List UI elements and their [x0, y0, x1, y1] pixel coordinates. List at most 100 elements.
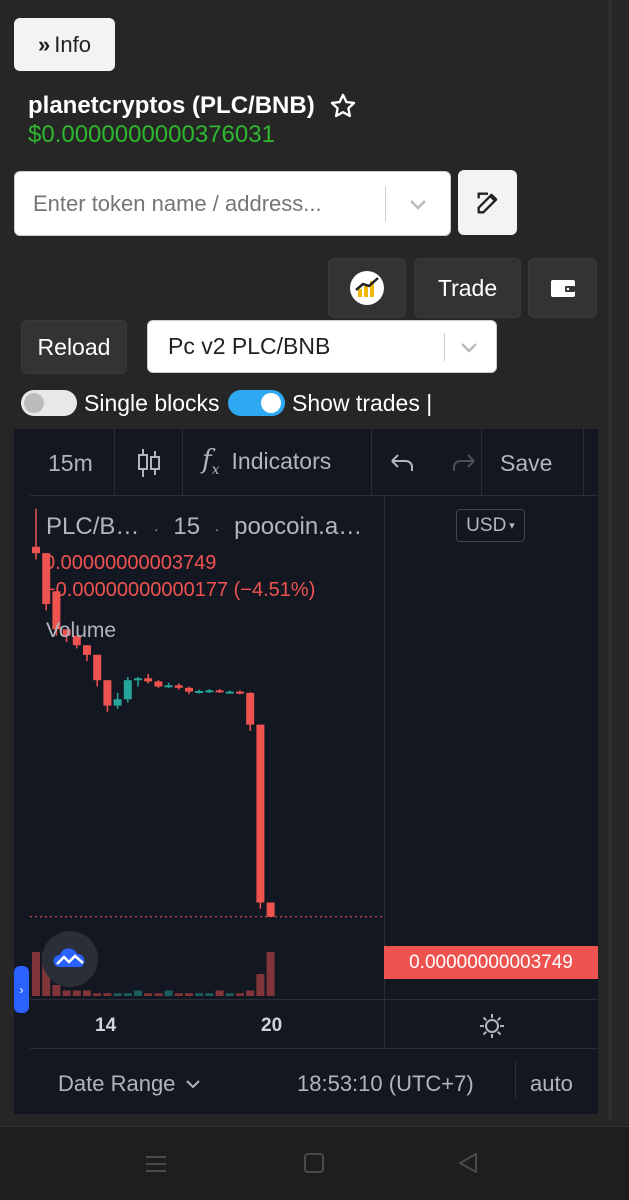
- legend-interval: 15: [173, 513, 201, 540]
- candle-body: [185, 687, 193, 692]
- volume-bar: [62, 990, 71, 996]
- show-trades-label: Show trades |: [292, 390, 433, 416]
- back-icon[interactable]: [457, 1152, 479, 1179]
- legend-source: poocoin.a…: [234, 513, 363, 540]
- volume-bar: [205, 993, 214, 996]
- single-blocks-toggle[interactable]: [21, 390, 77, 416]
- volume-bar: [83, 990, 91, 996]
- redo-icon[interactable]: [450, 451, 478, 480]
- legend-value: 0.00000000003749: [44, 552, 217, 574]
- currency-select[interactable]: USD ▾: [456, 509, 525, 542]
- volume-bar: [164, 990, 173, 996]
- save-button[interactable]: Save: [500, 450, 552, 477]
- chart-clock: 18:53:10 (UTC+7): [297, 1071, 474, 1096]
- chevron-down-icon: [185, 1079, 201, 1089]
- candle-body: [164, 685, 173, 688]
- fx-icon: fx: [202, 445, 220, 479]
- undo-icon[interactable]: [388, 451, 416, 480]
- chart-widget: 15m fx Indicators Save PLC/B… · 15 · poo…: [14, 429, 598, 1114]
- side-panel-toggle[interactable]: ›: [14, 966, 29, 1013]
- reload-button[interactable]: Reload: [21, 320, 127, 374]
- volume-bar: [225, 993, 234, 996]
- star-icon[interactable]: [329, 92, 357, 120]
- toggle-knob: [24, 393, 44, 413]
- trade-button[interactable]: Trade: [414, 258, 521, 318]
- volume-bar: [174, 993, 183, 996]
- volume-label: Volume: [46, 619, 117, 642]
- pair-select[interactable]: Pc v2 PLC/BNB: [147, 320, 497, 373]
- legend-symbol: PLC/B…: [46, 513, 140, 540]
- info-button-label: Info: [54, 31, 91, 57]
- edit-button[interactable]: [458, 170, 517, 235]
- time-label: 14: [95, 1015, 117, 1036]
- candle-body: [236, 691, 244, 694]
- volume-bar: [72, 990, 81, 996]
- show-trades-toggle[interactable]: [228, 390, 285, 416]
- candle-body: [266, 902, 275, 917]
- candle-body: [83, 645, 91, 655]
- chevron-right-icon: ›: [19, 982, 24, 997]
- candle-body: [174, 685, 183, 688]
- footer-border: [30, 1048, 598, 1049]
- indicators-label: Indicators: [231, 448, 332, 475]
- volume-bar: [32, 952, 40, 996]
- candle-body: [246, 692, 255, 725]
- toggle-knob: [261, 393, 281, 413]
- volume-bar: [195, 993, 204, 996]
- candle-body: [256, 724, 265, 903]
- volume-bar: [52, 985, 61, 996]
- candle-body: [225, 691, 234, 694]
- token-search[interactable]: [14, 171, 451, 236]
- token-title-text: planetcryptos (PLC/BNB): [28, 92, 315, 119]
- footer-divider: [515, 1062, 516, 1100]
- edit-icon: [474, 189, 502, 217]
- volume-bar: [144, 993, 153, 996]
- volume-bar: [123, 993, 132, 996]
- legend-dot: ·: [154, 521, 159, 537]
- trade-button-label: Trade: [437, 274, 498, 301]
- volume-bar: [134, 990, 142, 996]
- candle-body: [205, 690, 214, 693]
- search-input[interactable]: [33, 190, 373, 217]
- interval-button[interactable]: 15m: [48, 450, 93, 477]
- pair-select-divider: [444, 332, 445, 361]
- candle-body: [103, 680, 112, 706]
- chevron-down-icon[interactable]: [457, 335, 481, 359]
- volume-bar: [236, 993, 244, 996]
- date-range-button[interactable]: Date Range: [58, 1071, 201, 1097]
- candle-body: [195, 690, 204, 693]
- legend-change: −0.00000000000177 (−4.51%): [44, 579, 316, 601]
- volume-bar: [113, 993, 122, 996]
- date-range-label: Date Range: [58, 1071, 176, 1096]
- candle-body: [113, 699, 122, 706]
- reload-button-label: Reload: [37, 333, 111, 360]
- volume-bar: [256, 974, 265, 996]
- volume-bar: [215, 990, 224, 996]
- page-scrollbar[interactable]: [608, 0, 612, 1120]
- candle-body: [134, 678, 142, 681]
- chart-settings-icon[interactable]: [478, 1012, 506, 1045]
- single-blocks-label: Single blocks: [84, 390, 220, 416]
- last-price-label: 0.00000000003749: [384, 946, 598, 979]
- volume-bar: [154, 993, 163, 996]
- chevron-down-icon[interactable]: [406, 192, 430, 216]
- indicators-button[interactable]: fx Indicators: [202, 445, 331, 478]
- candle-body: [215, 690, 224, 693]
- auto-scale-button[interactable]: auto: [530, 1071, 573, 1097]
- tradingview-logo[interactable]: [42, 931, 98, 987]
- candle-body: [154, 681, 163, 687]
- home-icon[interactable]: [303, 1152, 325, 1179]
- chart-legend: PLC/B… · 15 · poocoin.a…: [46, 513, 362, 541]
- info-button[interactable]: » Info: [14, 18, 115, 71]
- wallet-button[interactable]: [528, 258, 597, 318]
- volume-bar: [93, 993, 102, 996]
- candle-body: [93, 654, 102, 681]
- time-label: 20: [261, 1015, 283, 1036]
- poocoin-logo-icon: [349, 270, 385, 306]
- recents-icon[interactable]: [145, 1154, 167, 1179]
- poocoin-logo-button[interactable]: [328, 258, 406, 318]
- candles-icon[interactable]: [136, 447, 162, 484]
- pair-select-value: Pc v2 PLC/BNB: [168, 333, 331, 359]
- candle-body: [144, 678, 153, 682]
- cloud-chart-icon: [53, 948, 85, 967]
